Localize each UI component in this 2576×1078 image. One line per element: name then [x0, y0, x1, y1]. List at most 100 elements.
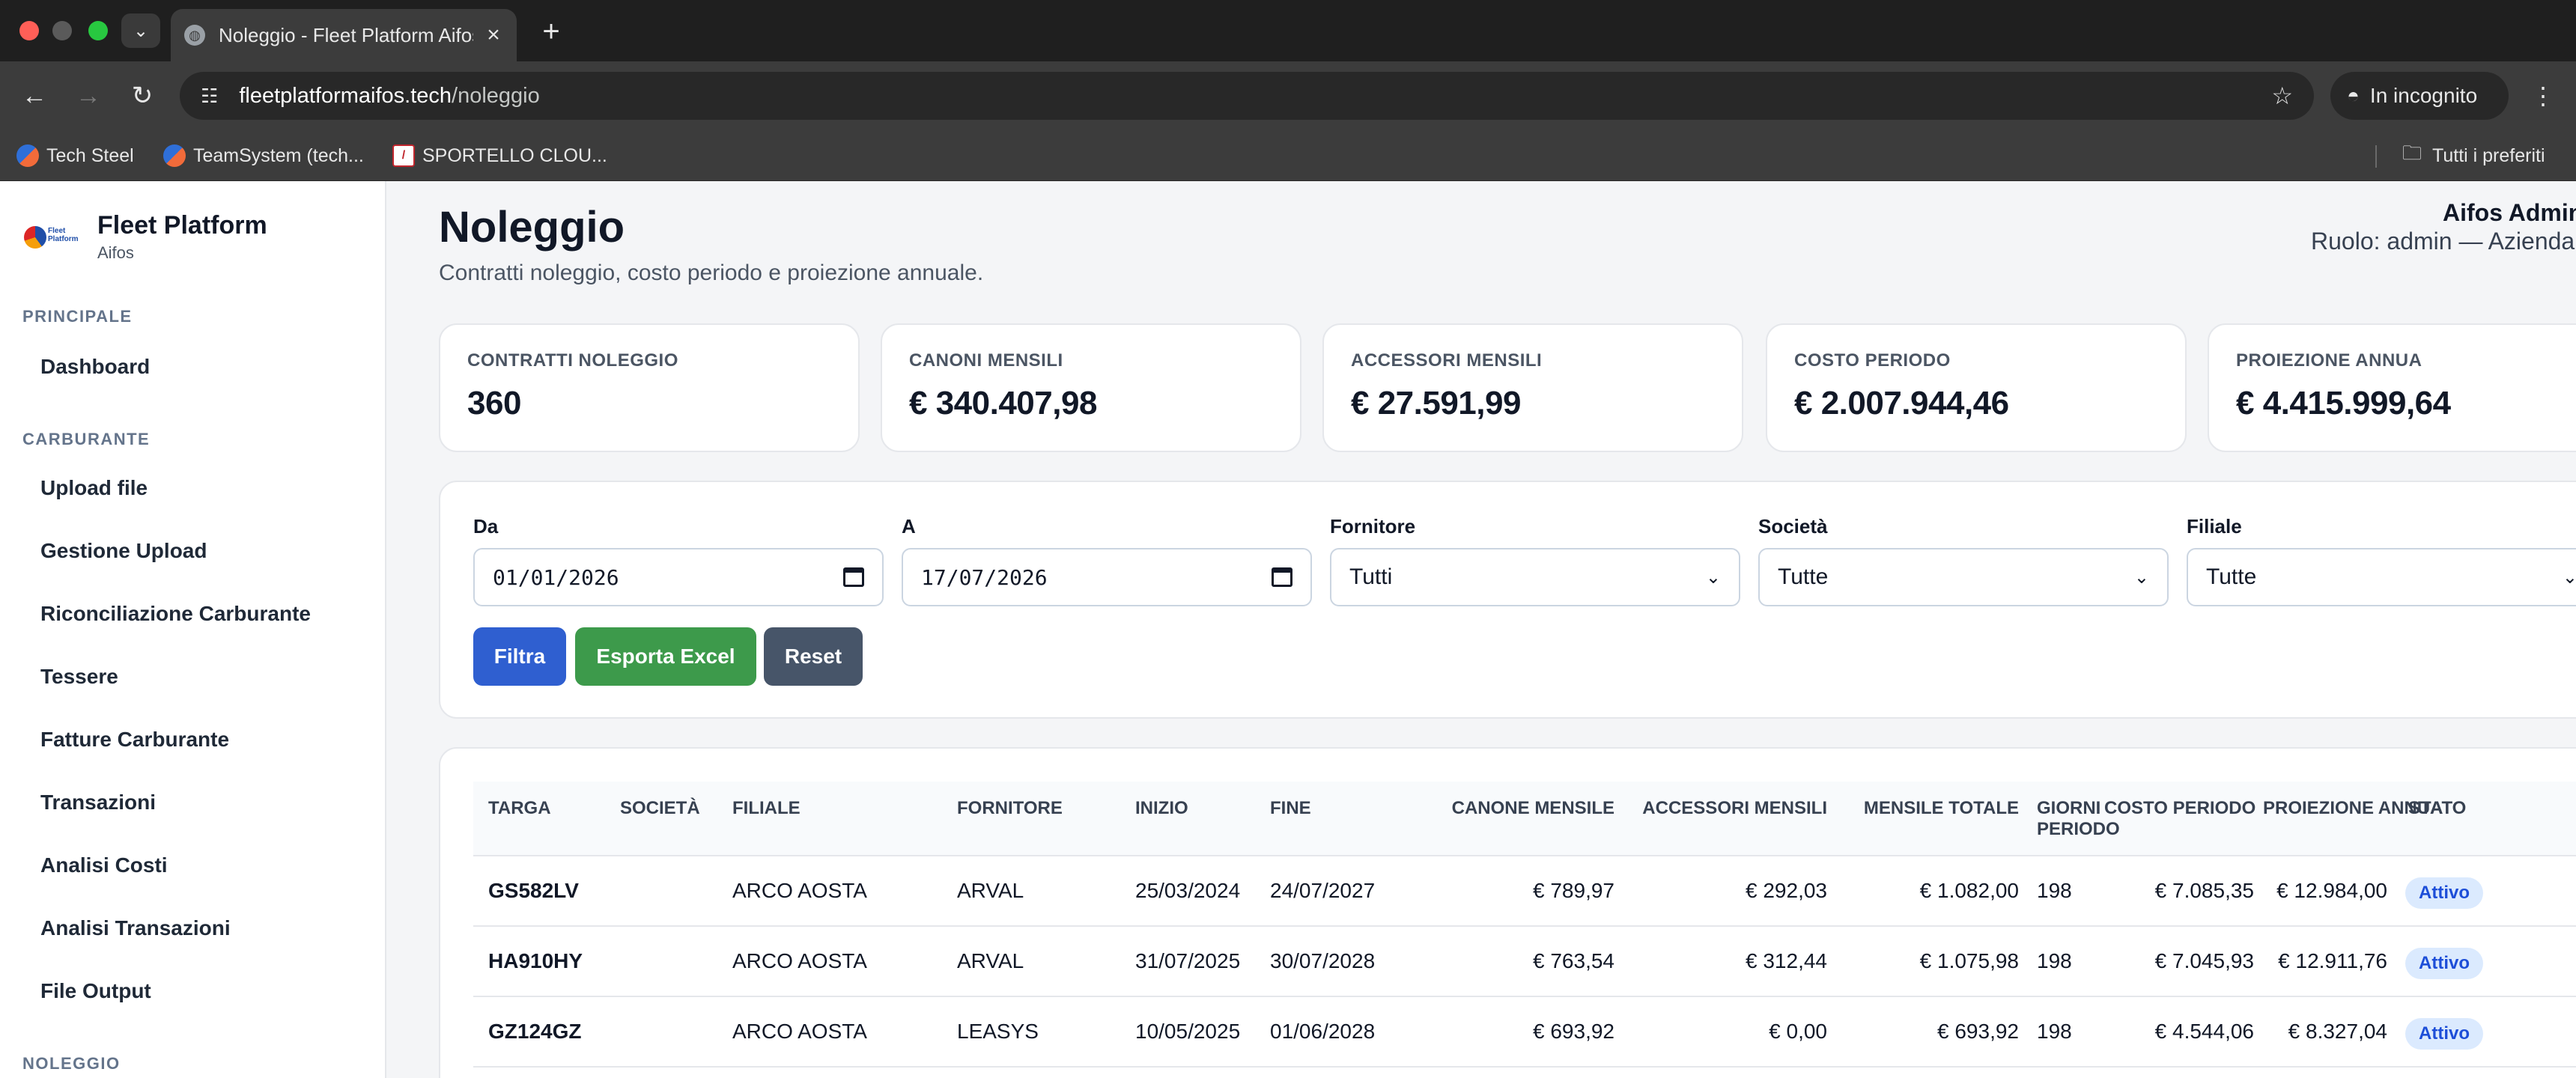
cell-canone: € 789,97 [1533, 879, 1614, 902]
col-fine[interactable]: FINE [1270, 798, 1311, 819]
arrow-right-icon: → [76, 81, 101, 110]
table-row[interactable]: HA910HY ARCO AOSTA ARVAL 31/07/2025 30/0… [473, 927, 2576, 997]
col-proiezione-annua[interactable]: PROIEZIONE ANNUA [2263, 798, 2443, 819]
cell-fornitore: ARVAL [957, 949, 1024, 972]
new-tab-button[interactable]: + [533, 13, 569, 49]
sidebar-item-file-output[interactable]: File Output [40, 979, 151, 1003]
cell-mensile: € 1.075,98 [1919, 949, 2019, 972]
status-badge: Attivo [2405, 1018, 2483, 1050]
col-stato[interactable]: STATO [2408, 798, 2466, 819]
sidebar-item-riconciliazione[interactable]: Riconciliazione Carburante [40, 602, 311, 626]
filter-panel: Da 01/01/2026 A 17/07/2026 Fornitore Tut… [439, 481, 2576, 719]
url-host: fleetplatformaifos.tech [239, 83, 452, 108]
chevron-down-icon: ⌄ [133, 20, 149, 41]
arrow-left-icon: ← [22, 81, 47, 110]
all-bookmarks-folder[interactable]: 🗀 Tutti i preferiti [2402, 141, 2545, 169]
sidebar-item-upload-file[interactable]: Upload file [40, 476, 148, 500]
sidebar-item-fatture-carburante[interactable]: Fatture Carburante [40, 728, 229, 752]
filter-label-filiale: Filiale [2187, 515, 2242, 538]
filiale-select[interactable]: Tutte ⌄ [2187, 548, 2576, 606]
close-window-button[interactable] [19, 21, 39, 40]
cell-giorni: 198 [2037, 949, 2072, 972]
bookmark-teamsystem[interactable]: TeamSystem (tech... [163, 142, 364, 169]
browser-menu-button[interactable]: ⋮ [2525, 78, 2561, 114]
sidebar-item-analisi-transazioni[interactable]: Analisi Transazioni [40, 916, 231, 940]
table-row[interactable]: GS582LV ARCO AOSTA ARVAL 25/03/2024 24/0… [473, 856, 2576, 927]
maximize-window-button[interactable] [88, 21, 108, 40]
minimize-window-button[interactable] [52, 21, 72, 40]
chevron-down-icon: ⌄ [2562, 567, 2576, 588]
sidebar-item-analisi-costi[interactable]: Analisi Costi [40, 853, 168, 877]
col-societa[interactable]: SOCIETÀ [620, 798, 700, 819]
col-canone-mensile[interactable]: CANONE MENSILE [1397, 798, 1614, 819]
incognito-icon: ◓ [2347, 84, 2360, 107]
reload-button[interactable]: ↻ [124, 78, 160, 114]
sidebar-item-dashboard[interactable]: Dashboard [40, 355, 150, 379]
cell-giorni: 198 [2037, 1020, 2072, 1043]
sidebar-item-gestione-upload[interactable]: Gestione Upload [40, 539, 207, 563]
incognito-indicator[interactable]: ◓ In incognito [2330, 72, 2509, 120]
user-role: Ruolo: admin — Azienda [2311, 228, 2575, 255]
sidebar-item-transazioni[interactable]: Transazioni [40, 791, 156, 814]
folder-icon: 🗀 [2402, 141, 2422, 164]
cell-mensile: € 1.082,00 [1919, 879, 2019, 902]
cell-fornitore: ARVAL [957, 879, 1024, 902]
sidebar-item-tessere[interactable]: Tessere [40, 665, 118, 689]
tab-search-button[interactable]: ⌄ [121, 13, 160, 48]
table-header: TARGA SOCIETÀ FILIALE FORNITORE INIZIO F… [473, 782, 2576, 856]
calendar-icon[interactable] [843, 567, 864, 587]
cell-targa: HA910HY [488, 949, 583, 972]
tab-title: Noleggio - Fleet Platform Aifos [219, 23, 473, 46]
stat-label: PROIEZIONE ANNUA [2236, 350, 2422, 371]
fleet-platform-logo: Fleet Platform [24, 220, 79, 254]
cell-fine: 30/07/2028 [1270, 949, 1376, 972]
col-costo-periodo[interactable]: COSTO PERIODO [2104, 798, 2255, 819]
cell-fine: 01/06/2028 [1270, 1020, 1376, 1043]
stat-card-proiezione: PROIEZIONE ANNUA € 4.415.999,64 [2208, 323, 2576, 452]
stat-value: € 4.415.999,64 [2236, 385, 2451, 421]
date-from-input[interactable]: 01/01/2026 [473, 548, 884, 606]
filter-label-fornitore: Fornitore [1330, 515, 1416, 538]
table-row[interactable]: GZ124GZ ARCO AOSTA LEASYS 10/05/2025 01/… [473, 997, 2576, 1068]
stat-value: € 340.407,98 [909, 385, 1097, 421]
sportello-logo-icon: / [392, 144, 415, 167]
back-button[interactable]: ← [16, 78, 52, 114]
logo-text: Fleet Platform [48, 226, 79, 243]
stat-label: COSTO PERIODO [1794, 350, 1951, 371]
col-accessori-mensili[interactable]: ACCESSORI MENSILI [1622, 798, 1827, 819]
browser-tab-active[interactable]: ◍ Noleggio - Fleet Platform Aifos × [171, 9, 517, 61]
col-filiale[interactable]: FILIALE [732, 798, 801, 819]
tab-close-button[interactable]: × [482, 22, 505, 48]
address-bar[interactable]: ☷ fleetplatformaifos.tech/noleggio ☆ [180, 72, 2314, 120]
teamsystem-logo-icon [163, 144, 186, 167]
export-excel-button[interactable]: Esporta Excel [575, 627, 756, 686]
col-giorni-line2: PERIODO [2037, 819, 2120, 839]
cell-costo: € 7.045,93 [2154, 949, 2254, 972]
site-settings-icon[interactable]: ☷ [201, 85, 218, 108]
col-fornitore[interactable]: FORNITORE [957, 798, 1063, 819]
bookmarks-bar: Tech Steel TeamSystem (tech... / SPORTEL… [0, 130, 2576, 181]
calendar-icon[interactable] [1272, 567, 1292, 587]
section-label-carburante: CARBURANTE [22, 430, 151, 448]
cell-accessori: € 292,03 [1746, 879, 1827, 902]
col-targa[interactable]: TARGA [488, 798, 551, 819]
stat-label: CANONI MENSILI [909, 350, 1063, 371]
cell-giorni: 198 [2037, 879, 2072, 902]
brand[interactable]: Fleet Platform Fleet Platform Aifos [24, 211, 267, 263]
reset-button[interactable]: Reset [764, 627, 863, 686]
societa-select[interactable]: Tutte ⌄ [1758, 548, 2169, 606]
col-inizio[interactable]: INIZIO [1135, 798, 1188, 819]
forward-button[interactable]: → [70, 78, 106, 114]
main-content: Noleggio Contratti noleggio, costo perio… [386, 181, 2576, 1078]
filtra-button[interactable]: Filtra [473, 627, 566, 686]
contracts-table: TARGA SOCIETÀ FILIALE FORNITORE INIZIO F… [439, 747, 2576, 1078]
cell-canone: € 693,92 [1533, 1020, 1614, 1043]
bookmark-sportello[interactable]: / SPORTELLO CLOU... [392, 142, 607, 169]
bookmark-star-icon[interactable]: ☆ [2271, 82, 2293, 110]
col-mensile-totale[interactable]: MENSILE TOTALE [1835, 798, 2019, 819]
cell-filiale: ARCO AOSTA [732, 1020, 867, 1043]
fornitore-select[interactable]: Tutti ⌄ [1330, 548, 1740, 606]
date-to-input[interactable]: 17/07/2026 [902, 548, 1312, 606]
stat-card-canoni: CANONI MENSILI € 340.407,98 [881, 323, 1301, 452]
bookmark-tech-steel[interactable]: Tech Steel [16, 142, 134, 169]
